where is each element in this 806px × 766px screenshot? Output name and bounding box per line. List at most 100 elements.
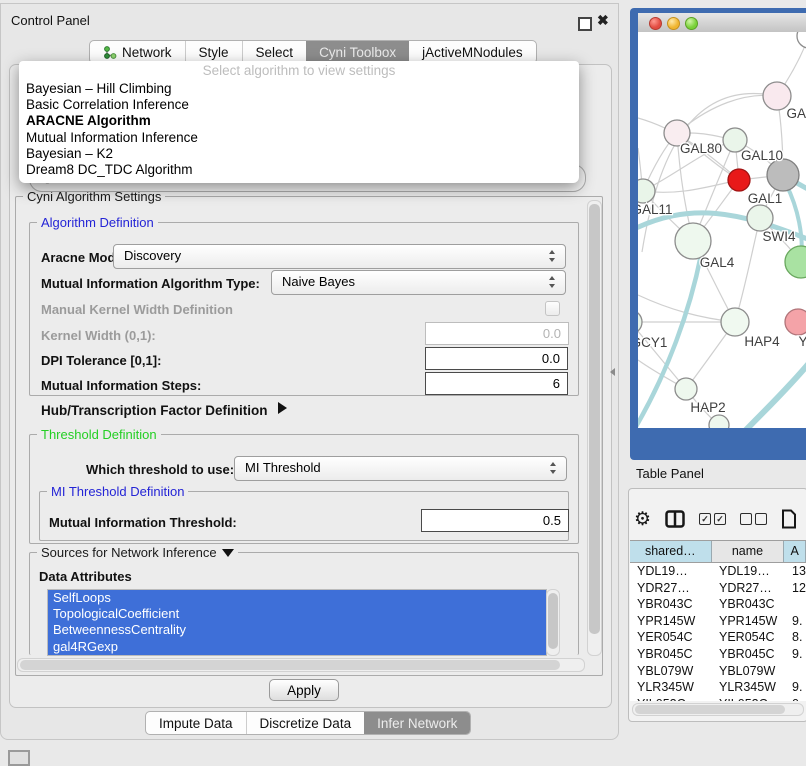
- attributes-vertical-scrollbar[interactable]: [546, 589, 560, 656]
- hub-definition-label: Hub/Transcription Factor Definition: [41, 403, 268, 418]
- tab-label: Network: [122, 45, 172, 60]
- table-row[interactable]: YIL052CYIL052C0.: [630, 696, 806, 701]
- mi-steps-field[interactable]: 6: [425, 372, 568, 395]
- table-row[interactable]: YBR043CYBR043C: [630, 596, 806, 613]
- tab-discretize-data[interactable]: Discretize Data: [246, 712, 365, 734]
- network-canvas[interactable]: GALGAL80GAL10GAL1GAL11SWI4GAL4GCY1HAP4YH…: [638, 32, 806, 428]
- settings-vertical-scrollbar[interactable]: [587, 200, 602, 656]
- apply-button[interactable]: Apply: [269, 679, 339, 701]
- minimize-traffic-light-icon[interactable]: [667, 17, 680, 30]
- table-row[interactable]: YDL19…YDL19…13: [630, 563, 806, 580]
- mi-threshold-field[interactable]: 0.5: [421, 509, 569, 532]
- tab-cyni-toolbox[interactable]: Cyni Toolbox: [306, 41, 409, 63]
- attribute-item-betweennesscentrality[interactable]: BetweennessCentrality: [48, 622, 546, 638]
- column-header-a[interactable]: A: [784, 541, 806, 562]
- network-window-titlebar[interactable]: [638, 13, 806, 33]
- table-cell: [785, 663, 806, 680]
- tab-style[interactable]: Style: [185, 41, 242, 63]
- table-row[interactable]: YER054CYER054C8.: [630, 629, 806, 646]
- aracne-mode-combo[interactable]: Discovery: [113, 244, 566, 269]
- data-attributes-list[interactable]: SelfLoopsTopologicalCoefficientBetweenne…: [47, 589, 547, 656]
- table-cell: YBR045C: [630, 646, 712, 663]
- network-node[interactable]: [785, 246, 806, 278]
- mi-threshold-label: Mutual Information Threshold:: [49, 515, 237, 530]
- float-window-icon[interactable]: [578, 17, 592, 31]
- network-node-gcy1[interactable]: [638, 310, 642, 334]
- which-threshold-combo[interactable]: MI Threshold: [234, 456, 567, 481]
- manual-kernel-width-checkbox[interactable]: [545, 301, 560, 316]
- network-node[interactable]: [797, 32, 806, 48]
- network-node[interactable]: [767, 159, 799, 191]
- table-cell: YBL079W: [630, 663, 712, 680]
- column-header-name[interactable]: name: [712, 541, 785, 562]
- table-row[interactable]: YDR27…YDR27…12: [630, 580, 806, 597]
- table-row[interactable]: YBR045CYBR045C9.: [630, 646, 806, 663]
- node-table[interactable]: shared…nameA YDL19…YDL19…13YDR27…YDR27…1…: [630, 540, 806, 701]
- mi-algorithm-type-value: Naive Bayes: [282, 274, 355, 289]
- tab-select[interactable]: Select: [242, 41, 307, 63]
- network-node-swi4[interactable]: [747, 205, 773, 231]
- algorithm-option-mutual-information-inference[interactable]: Mutual Information Inference: [19, 130, 579, 146]
- network-node-gal4[interactable]: [675, 223, 711, 259]
- split-pane-handle-icon[interactable]: [610, 368, 615, 376]
- tab-label: Style: [199, 45, 229, 60]
- network-icon: [103, 46, 117, 59]
- mi-algorithm-type-combo[interactable]: Naive Bayes: [271, 270, 566, 295]
- expand-arrow-icon[interactable]: [278, 402, 287, 414]
- tab-label: Infer Network: [377, 716, 457, 731]
- mi-algorithm-type-label: Mutual Information Algorithm Type:: [41, 276, 260, 291]
- tab-jactivemnodules[interactable]: jActiveMNodules: [409, 41, 536, 63]
- network-edge: [735, 218, 760, 322]
- table-cell: YDL19…: [630, 563, 712, 580]
- close-traffic-light-icon[interactable]: [649, 17, 662, 30]
- sources-title-text: Sources for Network Inference: [41, 545, 217, 560]
- table-body: YDL19…YDL19…13YDR27…YDR27…12YBR043CYBR04…: [630, 563, 806, 701]
- network-node-gal11[interactable]: [638, 179, 655, 203]
- tab-network[interactable]: Network: [90, 41, 185, 63]
- algorithm-option-bayesian-hill-climbing[interactable]: Bayesian – Hill Climbing: [19, 81, 579, 97]
- tab-label: Impute Data: [159, 716, 233, 731]
- which-threshold-label: Which threshold to use:: [86, 462, 234, 477]
- spinner-arrows-icon: [550, 461, 557, 475]
- node-label-hap2: HAP2: [690, 400, 725, 415]
- algorithm-option-aracne-algorithm[interactable]: ARACNE Algorithm: [19, 113, 579, 129]
- close-icon[interactable]: ✖: [597, 12, 609, 29]
- zoom-traffic-light-icon[interactable]: [685, 17, 698, 30]
- network-node[interactable]: [709, 415, 729, 428]
- column-header-shared[interactable]: shared…: [630, 541, 712, 562]
- attribute-item-gal4rgexp[interactable]: gal4RGexp: [48, 639, 546, 655]
- columns-icon[interactable]: [665, 510, 685, 528]
- table-row[interactable]: YLR345WYLR345W9.: [630, 679, 806, 696]
- network-node-y[interactable]: [785, 309, 806, 335]
- node-label-gal11: GAL11: [638, 202, 673, 217]
- corner-widget-icon[interactable]: [8, 750, 30, 766]
- dpi-tolerance-label: DPI Tolerance [0,1]:: [41, 353, 161, 368]
- gear-icon[interactable]: ⚙: [634, 510, 651, 529]
- table-panel-title: Table Panel: [636, 466, 704, 481]
- node-label-y: Y: [798, 334, 806, 349]
- settings-horizontal-scrollbar[interactable]: [17, 658, 585, 672]
- file-icon[interactable]: [781, 509, 797, 529]
- tab-impute-data[interactable]: Impute Data: [146, 712, 246, 734]
- network-node-hap2[interactable]: [675, 378, 697, 400]
- attribute-item-topologicalcoefficient[interactable]: TopologicalCoefficient: [48, 606, 546, 622]
- attribute-item-selfloops[interactable]: SelfLoops: [48, 590, 546, 606]
- algorithm-option-basic-correlation-inference[interactable]: Basic Correlation Inference: [19, 97, 579, 113]
- algorithm-option-bayesian-k2[interactable]: Bayesian – K2: [19, 146, 579, 162]
- unchecked-pair-icon[interactable]: [740, 513, 767, 525]
- table-row[interactable]: YPR145WYPR145W9.: [630, 613, 806, 630]
- node-label-gcy1: GCY1: [638, 335, 667, 350]
- table-horizontal-scrollbar[interactable]: [632, 703, 804, 716]
- table-row[interactable]: YBL079WYBL079W: [630, 663, 806, 680]
- kernel-width-label: Kernel Width (0,1):: [41, 328, 156, 343]
- panel-title: Control Panel: [11, 13, 90, 28]
- kernel-width-field[interactable]: 0.0: [425, 322, 569, 345]
- dpi-tolerance-field[interactable]: 0.0: [425, 347, 568, 370]
- aracne-mode-value: Discovery: [124, 248, 181, 263]
- network-node-hap4[interactable]: [721, 308, 749, 336]
- algorithm-option-dream8-dc-tdc-algorithm[interactable]: Dream8 DC_TDC Algorithm: [19, 162, 579, 178]
- collapse-arrow-icon[interactable]: [222, 549, 234, 557]
- tab-infer-network[interactable]: Infer Network: [364, 712, 470, 734]
- checked-pair-icon[interactable]: ✓✓: [699, 513, 726, 525]
- network-node-gal1[interactable]: [728, 169, 750, 191]
